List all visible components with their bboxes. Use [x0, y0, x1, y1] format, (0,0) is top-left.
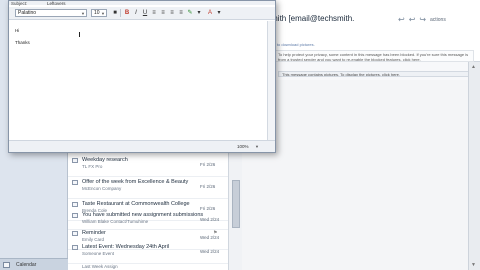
numbered-list-icon[interactable]: ≡ — [177, 9, 185, 17]
reply-all-icon[interactable]: ↩ — [409, 15, 420, 24]
list-item[interactable]: You have submitted new assignment submis… — [68, 210, 228, 230]
message-editor[interactable]: Hi Thanks — [9, 21, 267, 140]
greeting-text: Hi — [15, 28, 20, 33]
font-color-icon[interactable]: ■ — [111, 9, 119, 17]
bulleted-list-icon[interactable]: ≡ — [168, 9, 176, 17]
message-subject: Reminder — [82, 230, 106, 236]
envelope-icon — [72, 202, 78, 207]
message-date: Fri 2/26 — [200, 184, 216, 189]
scrollbar-thumb[interactable] — [232, 180, 240, 228]
message-sender: William Blake Contact/Tumuhime — [82, 219, 149, 224]
flag-icon[interactable]: ⚑ — [213, 230, 217, 236]
compose-window: Subject: Leftovers Palatino ▼ 10 ▼ ■ B I… — [8, 0, 276, 153]
underline-icon[interactable]: U — [141, 9, 149, 17]
font-size-select[interactable]: 10 ▼ — [91, 9, 107, 17]
align-center-icon[interactable]: ≡ — [159, 9, 167, 17]
scroll-down-icon[interactable]: ▼ — [471, 262, 476, 268]
text-cursor — [79, 32, 80, 37]
actions-menu[interactable]: actions — [430, 17, 446, 23]
envelope-icon — [72, 158, 78, 163]
toolbar-divider — [120, 9, 121, 17]
subject-row: Subject: Leftovers — [9, 1, 275, 6]
reply-actions: ↩↩↪ — [398, 15, 430, 24]
font-color-text-icon[interactable]: A — [206, 9, 214, 17]
message-subject: Taste Restaurant at Commonwealth College — [82, 201, 190, 207]
message-date: Fri 2/26 — [200, 162, 216, 167]
font-size-value: 10 — [94, 10, 100, 16]
highlight-dropdown-icon[interactable]: ▾ — [195, 9, 203, 17]
zoom-level[interactable]: 100% — [237, 144, 249, 149]
message-sender: McEncon Company — [82, 186, 122, 191]
editor-scrollbar[interactable] — [267, 21, 275, 140]
font-color-dropdown-icon[interactable]: ▾ — [215, 9, 223, 17]
forward-icon[interactable]: ↪ — [419, 15, 430, 24]
reply-icon[interactable]: ↩ — [398, 15, 409, 24]
message-subject: Weekday research — [82, 157, 128, 163]
list-item[interactable]: Latest Event: Wednesday 24th April Someo… — [68, 242, 228, 264]
reading-pane: Sent techsmith [email@techsmith. ↩↩↪ act… — [242, 0, 480, 270]
envelope-icon — [72, 231, 78, 236]
nav-item-calendar[interactable]: Calendar — [16, 262, 36, 268]
envelope-icon — [72, 213, 78, 218]
subject-field[interactable]: Leftovers — [47, 1, 66, 6]
message-date: Wed 2/24 — [200, 217, 220, 222]
align-left-icon[interactable]: ≡ — [150, 9, 158, 17]
zoom-menu-icon[interactable]: ▼ — [255, 144, 259, 149]
formatting-toolbar: Palatino ▼ 10 ▼ ■ B I U ≡ ≡ ≡ ≡ ✎ ▾ A ▾ — [9, 7, 275, 20]
message-date: Wed 2/24 — [200, 249, 220, 254]
reading-header: Sent techsmith [email@techsmith. ↩↩↪ act… — [242, 0, 480, 62]
italic-icon[interactable]: I — [132, 9, 140, 17]
font-family-value: Palatino — [18, 10, 37, 16]
font-family-select[interactable]: Palatino ▼ — [15, 9, 87, 17]
chevron-down-icon: ▼ — [101, 11, 105, 16]
message-sender: TL FX Pro — [82, 164, 103, 169]
list-group-header[interactable]: Last Week Assign — [82, 264, 118, 269]
privacy-notice[interactable]: To help protect your privacy, some conte… — [274, 50, 474, 62]
status-bar: 100% ▼ — [9, 140, 275, 152]
message-subject: Offer of the week from Excellence & Beau… — [82, 179, 189, 185]
list-scrollbar[interactable] — [228, 150, 242, 270]
message-sender: Someone Event — [82, 251, 115, 256]
pictures-infobar[interactable]: This message contains pictures. To displ… — [278, 71, 474, 77]
scroll-up-icon[interactable]: ▲ — [471, 64, 476, 70]
calendar-icon[interactable] — [3, 262, 10, 268]
message-subject: Latest Event: Wednesday 24th April — [82, 244, 170, 250]
list-item[interactable]: Weekday research TL FX Pro Fri 2/26 — [68, 155, 228, 177]
highlight-icon[interactable]: ✎ — [186, 9, 194, 17]
envelope-icon — [72, 245, 78, 250]
chevron-down-icon: ▼ — [81, 11, 85, 16]
envelope-icon — [72, 180, 78, 185]
list-item[interactable]: Offer of the week from Excellence & Beau… — [68, 177, 228, 199]
signoff-text: Thanks — [15, 40, 30, 45]
message-subject: You have submitted new assignment submis… — [82, 212, 204, 218]
bold-icon[interactable]: B — [123, 9, 131, 17]
subject-label: Subject: — [11, 1, 28, 6]
nav-bottom-bar: Calendar — [0, 258, 68, 270]
reading-scrollbar[interactable]: ▲ ▼ — [468, 62, 480, 270]
